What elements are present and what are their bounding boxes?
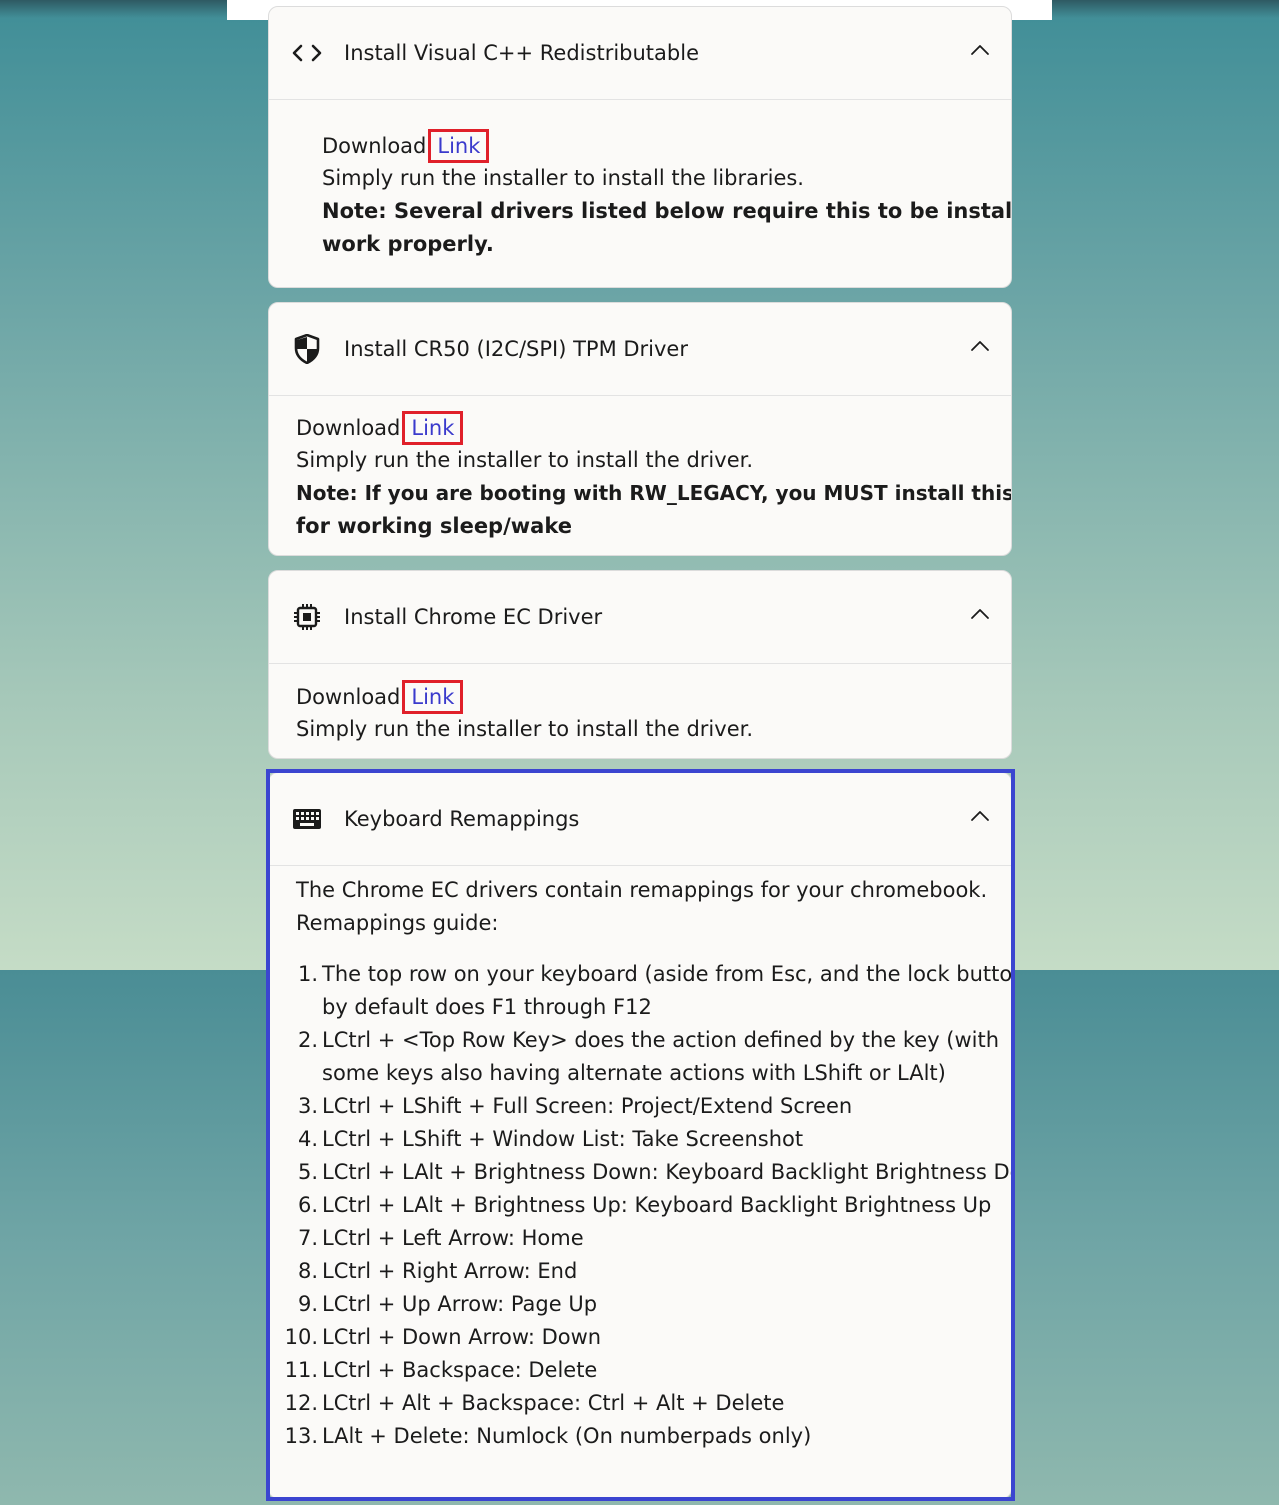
list-item-text: The top row on your keyboard (aside from… [322,962,1012,986]
code-icon [291,37,323,69]
download-label: Download [296,416,401,440]
list-item-number: 13. [284,1424,318,1448]
list-item-number: 6. [297,1193,318,1217]
card-cr50-tpm: Install CR50 (I2C/SPI) TPM Driver Downlo… [268,302,1012,556]
card-title: Install Visual C++ Redistributable [344,41,699,65]
chevron-up-icon[interactable] [969,603,991,625]
note-text-line2: for working sleep/wake [296,514,572,538]
intro-text-line2: Remappings guide: [296,911,499,935]
list-item-text: LCtrl + Down Arrow: Down [322,1325,602,1349]
keyboard-icon [291,803,323,835]
list-item-text: LCtrl + LAlt + Brightness Down: Keyboard… [322,1160,1012,1184]
card-visual-cpp: Install Visual C++ Redistributable Downl… [268,6,1012,288]
list-item-number: 5. [297,1160,318,1184]
chevron-up-icon[interactable] [969,805,991,827]
list-item-number: 9. [297,1292,318,1316]
list-item-number: 4. [297,1127,318,1151]
list-item-text-continued: by default does F1 through F12 [322,995,652,1019]
download-label: Download [322,134,427,158]
card-title: Install CR50 (I2C/SPI) TPM Driver [344,337,688,361]
list-item-text: LCtrl + Alt + Backspace: Ctrl + Alt + De… [322,1391,785,1415]
card-header-cr50-tpm[interactable]: Install CR50 (I2C/SPI) TPM Driver [269,303,1011,396]
list-item-number: 10. [284,1325,318,1349]
list-item-text: LCtrl + Right Arrow: End [322,1259,578,1283]
list-item-text-continued: some keys also having alternate actions … [322,1061,946,1085]
download-link[interactable]: Link [402,411,464,445]
shield-icon [291,333,323,365]
list-item-number: 1. [297,962,318,986]
note-text-line1: Note: Several drivers listed below requi… [322,199,1012,223]
intro-text-line1: The Chrome EC drivers contain remappings… [296,878,988,902]
list-item-text: LCtrl + LAlt + Brightness Up: Keyboard B… [322,1193,992,1217]
list-item-text: LCtrl + Up Arrow: Page Up [322,1292,598,1316]
list-item-number: 11. [284,1358,318,1382]
note-text-line2: work properly. [322,232,494,256]
list-item-number: 7. [297,1226,318,1250]
download-link[interactable]: Link [428,129,490,163]
download-link[interactable]: Link [402,680,464,714]
card-header-chrome-ec[interactable]: Install Chrome EC Driver [269,571,1011,664]
chevron-up-icon[interactable] [969,39,991,61]
card-title: Install Chrome EC Driver [344,605,603,629]
description-text: Simply run the installer to install the … [296,448,753,472]
list-item-text: LAlt + Delete: Numlock (On numberpads on… [322,1424,812,1448]
card-header-keyboard-remappings[interactable]: Keyboard Remappings [269,773,1011,866]
download-label: Download [296,685,401,709]
list-item-number: 2. [297,1028,318,1052]
card-title: Keyboard Remappings [344,807,580,831]
list-item-number: 12. [284,1391,318,1415]
chip-icon [291,601,323,633]
card-header-visual-cpp[interactable]: Install Visual C++ Redistributable [269,7,1011,100]
note-text-line1: Note: If you are booting with RW_LEGACY,… [296,481,1012,505]
description-text: Simply run the installer to install the … [322,166,804,190]
chevron-up-icon[interactable] [969,335,991,357]
list-item-text: LCtrl + LShift + Window List: Take Scree… [322,1127,804,1151]
list-item-text: LCtrl + LShift + Full Screen: Project/Ex… [322,1094,853,1118]
list-item-text: LCtrl + <Top Row Key> does the action de… [322,1028,1000,1052]
list-item-number: 3. [297,1094,318,1118]
list-item-text: LCtrl + Left Arrow: Home [322,1226,584,1250]
list-item-number: 8. [297,1259,318,1283]
card-chrome-ec: Install Chrome EC Driver Download Link Si… [268,570,1012,759]
description-text: Simply run the installer to install the … [296,717,753,741]
card-keyboard-remappings: Keyboard Remappings The Chrome EC driver… [268,772,1012,1499]
list-item-text: LCtrl + Backspace: Delete [322,1358,598,1382]
